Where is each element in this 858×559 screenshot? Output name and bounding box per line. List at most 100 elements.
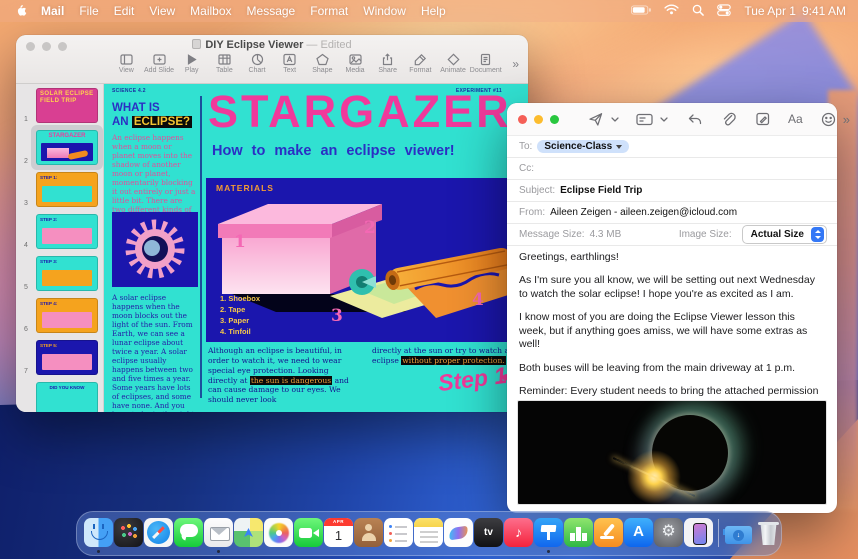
running-indicator [547, 550, 550, 553]
add-slide-button[interactable]: Add Slide [143, 53, 176, 74]
document-proxy-icon[interactable] [192, 39, 201, 49]
toolbar-overflow-chevron[interactable]: » [512, 57, 519, 71]
music-dock-icon[interactable]: ♪ [504, 518, 533, 547]
maps-dock-icon[interactable] [234, 518, 263, 547]
minimize-button[interactable] [534, 115, 543, 124]
mail-dock-icon[interactable] [204, 518, 233, 547]
menu-item-message[interactable]: Message [247, 4, 296, 18]
menu-app-name[interactable]: Mail [41, 4, 64, 18]
header-fields-icon[interactable] [629, 108, 660, 130]
caution-text-left: Although an eclipse is beautiful, in ord… [208, 346, 360, 405]
image-size-select[interactable]: Actual Size [742, 225, 827, 244]
slide-thumbnail-7[interactable]: 7 STEP 5: [16, 338, 104, 378]
subject-field[interactable]: Subject: Eclipse Field Trip [507, 180, 837, 202]
messages-dock-icon[interactable] [174, 518, 203, 547]
message-size-row: Message Size: 4.3 MB Image Size: Actual … [507, 224, 837, 246]
reminders-dock-icon[interactable] [384, 518, 413, 547]
chart-button[interactable]: Chart [241, 53, 274, 74]
view-button[interactable]: View [110, 53, 143, 74]
menu-item-format[interactable]: Format [310, 4, 348, 18]
facetime-dock-icon[interactable] [294, 518, 323, 547]
zoom-button[interactable] [550, 115, 559, 124]
menu-clock[interactable]: Tue Apr 1 9:41 AM [744, 4, 846, 18]
apple-menu-icon[interactable] [14, 4, 27, 18]
header-fields-chevron-icon[interactable] [660, 108, 670, 130]
iphone-mirroring-dock-icon[interactable] [684, 518, 713, 547]
slide-subtitle: How to make an eclipse viewer! [212, 143, 455, 159]
token-chevron-icon [616, 145, 622, 149]
slide-thumbnail-3[interactable]: 3 STEP 1: [16, 170, 104, 210]
safari-dock-icon[interactable] [144, 518, 173, 547]
document-button[interactable]: Document [469, 53, 502, 74]
menu-item-view[interactable]: View [149, 4, 175, 18]
slide-thumbnail-4[interactable]: 4 STEP 2: [16, 212, 104, 252]
keynote-toolbar: View Add Slide Play Table Chart Text Sha… [110, 53, 502, 83]
subject-value: Eclipse Field Trip [560, 185, 642, 196]
body-paragraph: Both buses will be leaving from the main… [519, 362, 825, 375]
control-center-icon[interactable] [717, 4, 731, 19]
cc-field[interactable]: Cc: [507, 158, 837, 180]
emoji-icon[interactable] [814, 108, 843, 130]
slide-thumbnail-8[interactable]: DID YOU KNOW [16, 380, 104, 412]
menu-item-help[interactable]: Help [421, 4, 446, 18]
eclipse-highlight: ECLIPSE? [132, 116, 192, 128]
shape-button[interactable]: Shape [306, 53, 339, 74]
slide-thumbnail-6[interactable]: 6 STEP 4: [16, 296, 104, 336]
slide-navigator: 1 SOLAR ECLIPSE FIELD TRIP 2 STARGAZER 3… [16, 84, 104, 412]
send-icon[interactable] [581, 108, 611, 130]
contacts-dock-icon[interactable] [354, 518, 383, 547]
send-chevron-icon[interactable] [611, 108, 621, 130]
keynote-titlebar: DIY Eclipse Viewer — Edited View Add Sli… [16, 35, 528, 84]
slide-title: STARGAZER [208, 86, 512, 138]
from-field[interactable]: From: Aileen Zeigen - aileen.zeigen@iclo… [507, 202, 837, 224]
slide-thumbnail-2-selected[interactable]: 2 STARGAZER [16, 128, 104, 168]
eclipse-heading: WHAT IS AN ECLIPSE? [112, 101, 192, 130]
attach-icon[interactable] [715, 108, 743, 130]
system-settings-dock-icon[interactable]: ⚙ [654, 518, 683, 547]
photos-dock-icon[interactable] [264, 518, 293, 547]
column-divider [200, 96, 202, 398]
pages-dock-icon[interactable] [594, 518, 623, 547]
animate-button[interactable]: Animate [437, 53, 470, 74]
recipient-token[interactable]: Science-Class [537, 140, 629, 153]
format-text-icon[interactable]: Aa [781, 108, 810, 130]
notes-dock-icon[interactable] [414, 518, 443, 547]
menu-item-file[interactable]: File [79, 4, 98, 18]
slide-thumbnail-1[interactable]: 1 SOLAR ECLIPSE FIELD TRIP [16, 86, 104, 126]
table-button[interactable]: Table [208, 53, 241, 74]
search-icon[interactable] [692, 4, 704, 19]
wifi-icon[interactable] [664, 4, 679, 18]
danger-highlight: the sun is dangerous [250, 376, 332, 385]
calendar-dock-icon[interactable]: APR1 [324, 518, 353, 547]
finder-dock-icon[interactable] [84, 518, 113, 547]
share-button[interactable]: Share [371, 53, 404, 74]
appstore-dock-icon[interactable]: A [624, 518, 653, 547]
text-button[interactable]: Text [273, 53, 306, 74]
menu-item-edit[interactable]: Edit [114, 4, 135, 18]
appletv-dock-icon[interactable]: tv [474, 518, 503, 547]
toolbar-overflow-chevron[interactable]: » [843, 112, 850, 127]
battery-icon[interactable] [631, 4, 651, 18]
trash-dock-icon[interactable] [754, 518, 783, 547]
play-button[interactable]: Play [175, 53, 208, 74]
menu-item-window[interactable]: Window [363, 4, 406, 18]
close-button[interactable] [518, 115, 527, 124]
format-button[interactable]: Format [404, 53, 437, 74]
numbers-dock-icon[interactable] [564, 518, 593, 547]
menu-time: 9:41 AM [802, 4, 846, 18]
to-field[interactable]: To: Science-Class [507, 136, 837, 158]
markup-icon[interactable] [749, 108, 777, 130]
launchpad-dock-icon[interactable] [114, 518, 143, 547]
dock: APR1 tv ♪ A ⚙ ↓ [76, 511, 782, 556]
keynote-dock-icon[interactable] [534, 518, 563, 547]
slide-thumbnail-5[interactable]: 5 STEP 3: [16, 254, 104, 294]
eclipse-attachment-image[interactable] [517, 400, 827, 505]
freeform-dock-icon[interactable] [444, 518, 473, 547]
menu-item-mailbox[interactable]: Mailbox [190, 4, 231, 18]
menu-date: Tue Apr 1 [744, 4, 796, 18]
from-value: Aileen Zeigen - aileen.zeigen@icloud.com [550, 207, 737, 218]
reply-icon[interactable] [680, 108, 709, 130]
materials-panel: MATERIALS [206, 178, 528, 342]
slide-canvas[interactable]: SCIENCE 4.2 EXPERIMENT #11 WHAT IS AN EC… [104, 84, 528, 412]
media-button[interactable]: Media [339, 53, 372, 74]
